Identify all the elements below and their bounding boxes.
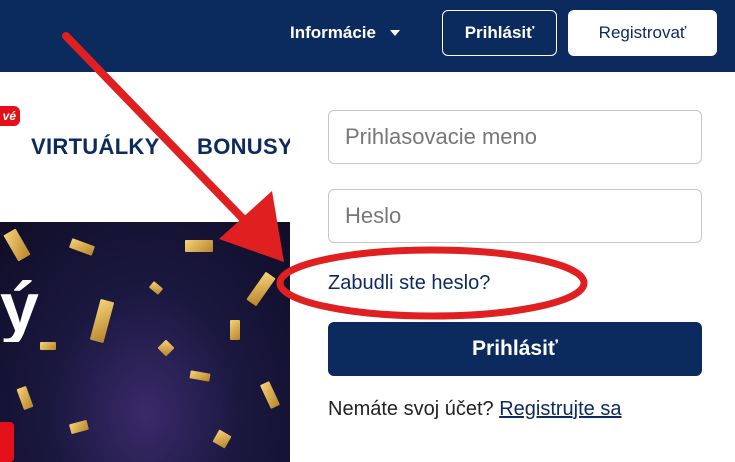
confetti-decoration (89, 298, 115, 344)
confetti-decoration (69, 419, 89, 435)
confetti-decoration (259, 381, 281, 409)
register-link[interactable]: Registrujte sa (499, 398, 621, 420)
promo-banner[interactable]: ý (0, 222, 292, 462)
top-bar: Informácie Prihlásiť Registrovať (0, 0, 735, 72)
confetti-decoration (185, 240, 213, 252)
chevron-down-icon (389, 30, 400, 36)
info-menu-label: Informácie (290, 23, 376, 42)
header-login-button[interactable]: Prihlásiť (442, 10, 557, 56)
confetti-decoration (157, 339, 175, 357)
confetti-decoration (230, 320, 240, 340)
password-input[interactable] (328, 189, 702, 243)
promo-red-accent (0, 422, 14, 462)
nav-item-virtualky[interactable]: VIRTUÁLKY (31, 134, 160, 160)
confetti-decoration (212, 429, 232, 449)
confetti-decoration (3, 228, 31, 262)
confetti-decoration (16, 385, 34, 411)
promo-headline-fragment: ý (0, 268, 39, 346)
forgot-password-link[interactable]: Zabudli ste heslo? (328, 272, 490, 295)
new-badge: vé (0, 106, 20, 126)
confetti-decoration (148, 281, 164, 295)
no-account-text: Nemáte svoj účet? (328, 398, 494, 420)
register-prompt: Nemáte svoj účet? Registrujte sa (328, 398, 621, 421)
confetti-decoration (246, 271, 276, 307)
confetti-decoration (40, 342, 56, 350)
nav-item-bonusy[interactable]: BONUSY (197, 134, 293, 160)
confetti-decoration (189, 370, 211, 382)
login-submit-button[interactable]: Prihlásiť (328, 322, 702, 376)
confetti-decoration (69, 238, 95, 256)
username-input[interactable] (328, 110, 702, 164)
info-menu[interactable]: Informácie (290, 20, 400, 46)
header-register-button[interactable]: Registrovať (568, 10, 717, 56)
